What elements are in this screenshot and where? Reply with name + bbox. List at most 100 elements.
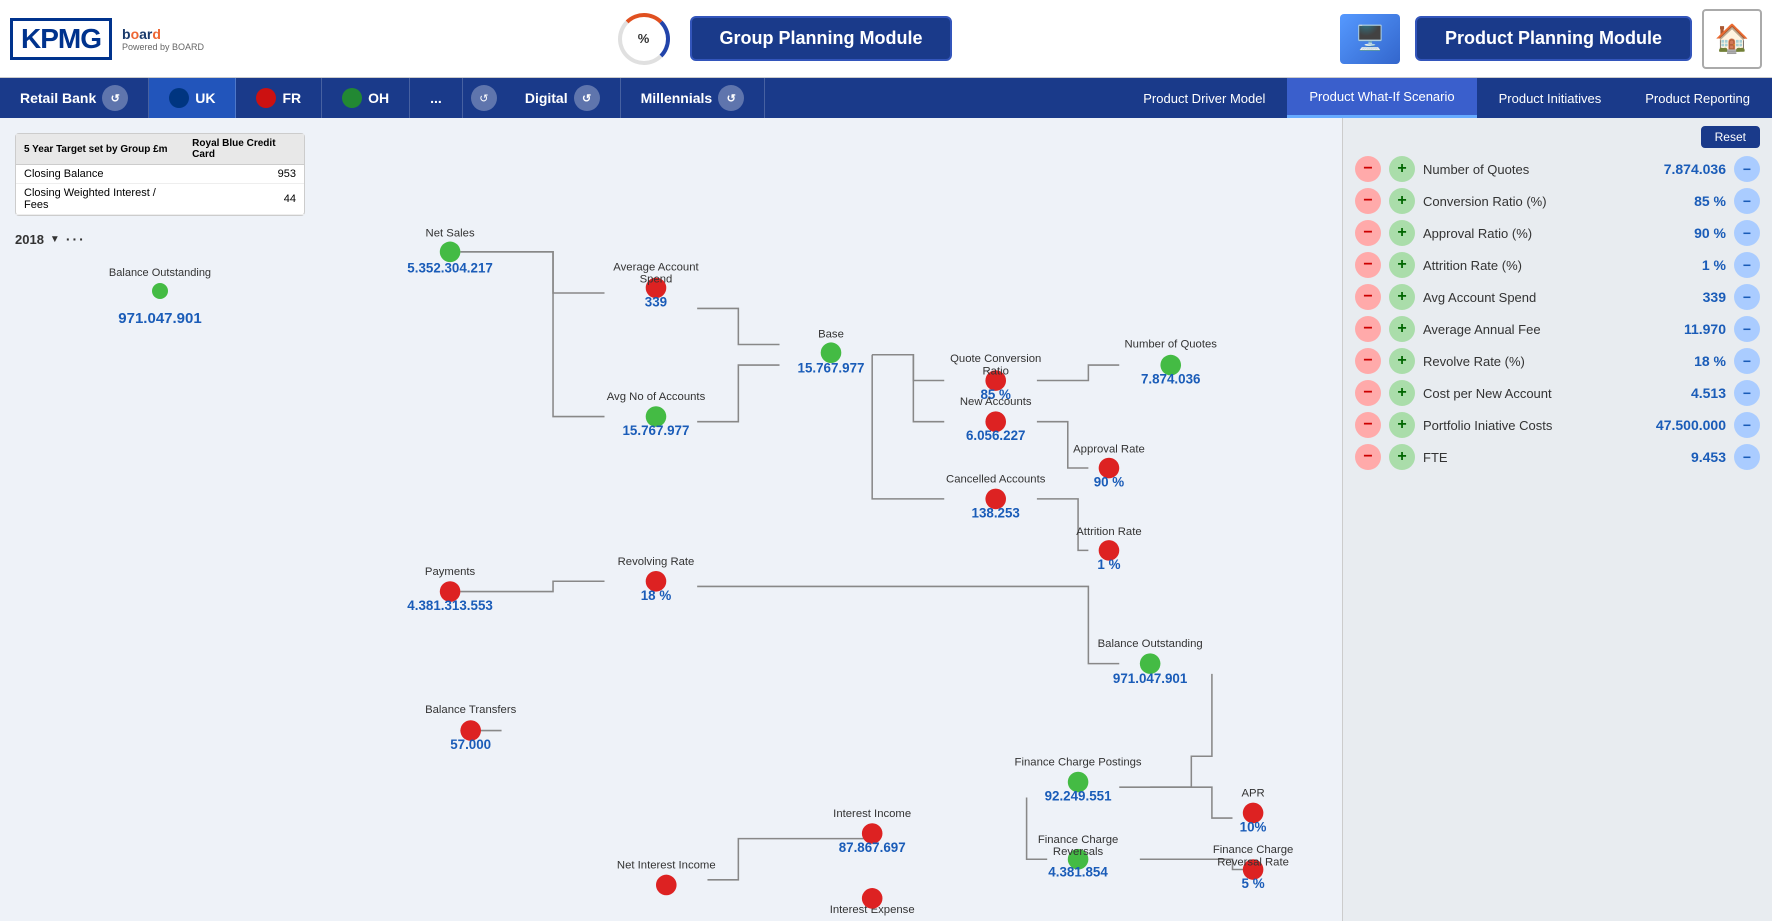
home-icon-area[interactable]: 🏠 xyxy=(1702,9,1762,69)
ctrl-minus-right-1[interactable]: − xyxy=(1734,188,1760,214)
ctrl-minus-right-2[interactable]: − xyxy=(1734,220,1760,246)
approval-rate-label: Approval Rate xyxy=(1073,444,1145,456)
control-row: − + Attrition Rate (%) 1 % − xyxy=(1355,252,1760,278)
ctrl-minus-1[interactable]: − xyxy=(1355,188,1381,214)
ctrl-minus-right-4[interactable]: − xyxy=(1734,284,1760,310)
nav-product-driver[interactable]: Product Driver Model xyxy=(1121,78,1287,118)
ctrl-plus-7[interactable]: + xyxy=(1389,380,1415,406)
balance-outstanding-right-value: 971.047.901 xyxy=(1113,671,1188,686)
ctrl-minus-2[interactable]: − xyxy=(1355,220,1381,246)
product-planning-button[interactable]: Product Planning Module xyxy=(1415,16,1692,61)
ctrl-plus-4[interactable]: + xyxy=(1389,284,1415,310)
approval-rate-value: 90 % xyxy=(1094,475,1125,490)
ctrl-plus-3[interactable]: + xyxy=(1389,252,1415,278)
nav-product-reporting[interactable]: Product Reporting xyxy=(1623,78,1772,118)
apr-label: APR xyxy=(1241,787,1264,799)
nav-oh[interactable]: OH xyxy=(322,78,410,118)
avg-account-spend-value: 339 xyxy=(645,294,667,309)
nav-product-whatif[interactable]: Product What-If Scenario xyxy=(1287,78,1476,118)
group-planning-button[interactable]: Group Planning Module xyxy=(690,16,953,61)
balance-transfers-label: Balance Transfers xyxy=(425,704,517,716)
net-sales-label: Net Sales xyxy=(426,227,475,239)
ctrl-minus-0[interactable]: − xyxy=(1355,156,1381,182)
new-accounts-value: 6.056.227 xyxy=(966,428,1026,443)
ctrl-value-8: 47.500.000 xyxy=(1646,417,1726,433)
nav-product-initiatives[interactable]: Product Initiatives xyxy=(1477,78,1624,118)
ctrl-plus-5[interactable]: + xyxy=(1389,316,1415,342)
right-panel-header: Reset xyxy=(1355,126,1760,148)
nav-left: Retail Bank ↺ UK FR OH ... ↺ Digital ↺ M… xyxy=(0,78,765,118)
finance-charge-rev-label: Finance Charge xyxy=(1038,834,1119,846)
nav-millennials[interactable]: Millennials ↺ xyxy=(621,78,766,118)
balance-transfers-value: 57.000 xyxy=(450,737,491,752)
control-row: − + Approval Ratio (%) 90 % − xyxy=(1355,220,1760,246)
nav-refresh-icon[interactable]: ↺ xyxy=(471,85,497,111)
ctrl-minus-right-3[interactable]: − xyxy=(1734,252,1760,278)
ctrl-plus-1[interactable]: + xyxy=(1389,188,1415,214)
year-arrow-down[interactable]: ▼ xyxy=(50,234,60,245)
balance-outstanding-left: Balance Outstanding 971.047.901 xyxy=(15,267,305,327)
payments-value: 4.381.313.553 xyxy=(407,598,493,613)
nav-uk[interactable]: UK xyxy=(149,78,236,118)
ctrl-label-1: Conversion Ratio (%) xyxy=(1423,194,1638,209)
retail-bank-icon-btn[interactable]: ↺ xyxy=(102,85,128,111)
avg-no-accounts-label: Avg No of Accounts xyxy=(607,391,706,403)
millennials-icon-btn[interactable]: ↺ xyxy=(718,85,744,111)
number-quotes-value: 7.874.036 xyxy=(1141,372,1201,387)
right-panel: Reset − + Number of Quotes 7.874.036 − −… xyxy=(1342,118,1772,921)
ctrl-minus-4[interactable]: − xyxy=(1355,284,1381,310)
nav-fr[interactable]: FR xyxy=(236,78,322,118)
ctrl-plus-6[interactable]: + xyxy=(1389,348,1415,374)
control-row: − + Cost per New Account 4.513 − xyxy=(1355,380,1760,406)
finance-charge-rev-rate-label: Finance Charge xyxy=(1213,844,1294,856)
net-interest-income-dot xyxy=(656,875,677,896)
nav-retail-bank[interactable]: Retail Bank ↺ xyxy=(0,78,149,118)
control-row: − + Average Annual Fee 11.970 − xyxy=(1355,316,1760,342)
ctrl-value-6: 18 % xyxy=(1646,353,1726,369)
control-row: − + Avg Account Spend 339 − xyxy=(1355,284,1760,310)
interest-expense-dot xyxy=(862,888,883,909)
cancelled-accounts-value: 138.253 xyxy=(972,505,1020,520)
ctrl-minus-right-8[interactable]: − xyxy=(1734,412,1760,438)
navbar: Retail Bank ↺ UK FR OH ... ↺ Digital ↺ M… xyxy=(0,78,1772,118)
ctrl-plus-8[interactable]: + xyxy=(1389,412,1415,438)
info-row-label: Closing Weighted Interest / Fees xyxy=(16,184,184,215)
reset-button[interactable]: Reset xyxy=(1701,126,1760,148)
ctrl-plus-9[interactable]: + xyxy=(1389,444,1415,470)
year-options[interactable]: ··· xyxy=(66,231,86,247)
ctrl-minus-right-0[interactable]: − xyxy=(1734,156,1760,182)
ctrl-value-9: 9.453 xyxy=(1646,449,1726,465)
year-label: 2018 xyxy=(15,232,44,247)
control-row: − + Conversion Ratio (%) 85 % − xyxy=(1355,188,1760,214)
info-table: 5 Year Target set by Group £m Royal Blue… xyxy=(15,133,305,216)
ctrl-label-8: Portfolio Iniative Costs xyxy=(1423,418,1638,433)
ctrl-minus-right-6[interactable]: − xyxy=(1734,348,1760,374)
ctrl-label-2: Approval Ratio (%) xyxy=(1423,226,1638,241)
ctrl-minus-9[interactable]: − xyxy=(1355,444,1381,470)
ctrl-value-4: 339 xyxy=(1646,289,1726,305)
quote-conversion-label: Quote Conversion xyxy=(950,353,1041,365)
ctrl-minus-right-9[interactable]: − xyxy=(1734,444,1760,470)
nav-digital[interactable]: Digital ↺ xyxy=(505,78,621,118)
header: KPMG board Powered by BOARD % Group Plan… xyxy=(0,0,1772,78)
ctrl-minus-6[interactable]: − xyxy=(1355,348,1381,374)
logo-area: KPMG board Powered by BOARD xyxy=(10,18,230,60)
digital-icon-btn[interactable]: ↺ xyxy=(574,85,600,111)
ctrl-label-5: Average Annual Fee xyxy=(1423,322,1638,337)
year-selector: 2018 ▼ ··· xyxy=(15,231,305,247)
ctrl-minus-5[interactable]: − xyxy=(1355,316,1381,342)
ctrl-minus-right-5[interactable]: − xyxy=(1734,316,1760,342)
info-col2-header: Royal Blue Credit Card xyxy=(184,134,304,165)
ctrl-minus-3[interactable]: − xyxy=(1355,252,1381,278)
ctrl-plus-2[interactable]: + xyxy=(1389,220,1415,246)
ctrl-plus-0[interactable]: + xyxy=(1389,156,1415,182)
base-value: 15.767.977 xyxy=(798,360,865,375)
ctrl-minus-8[interactable]: − xyxy=(1355,412,1381,438)
nav-dots[interactable]: ... xyxy=(410,78,463,118)
ctrl-minus-7[interactable]: − xyxy=(1355,380,1381,406)
ctrl-minus-right-7[interactable]: − xyxy=(1734,380,1760,406)
svg-text:Spend: Spend xyxy=(640,274,673,286)
oh-flag xyxy=(342,88,362,108)
product-header-area: 🖥️ Product Planning Module xyxy=(1340,14,1692,64)
balance-outstanding-left-label: Balance Outstanding xyxy=(15,267,305,279)
